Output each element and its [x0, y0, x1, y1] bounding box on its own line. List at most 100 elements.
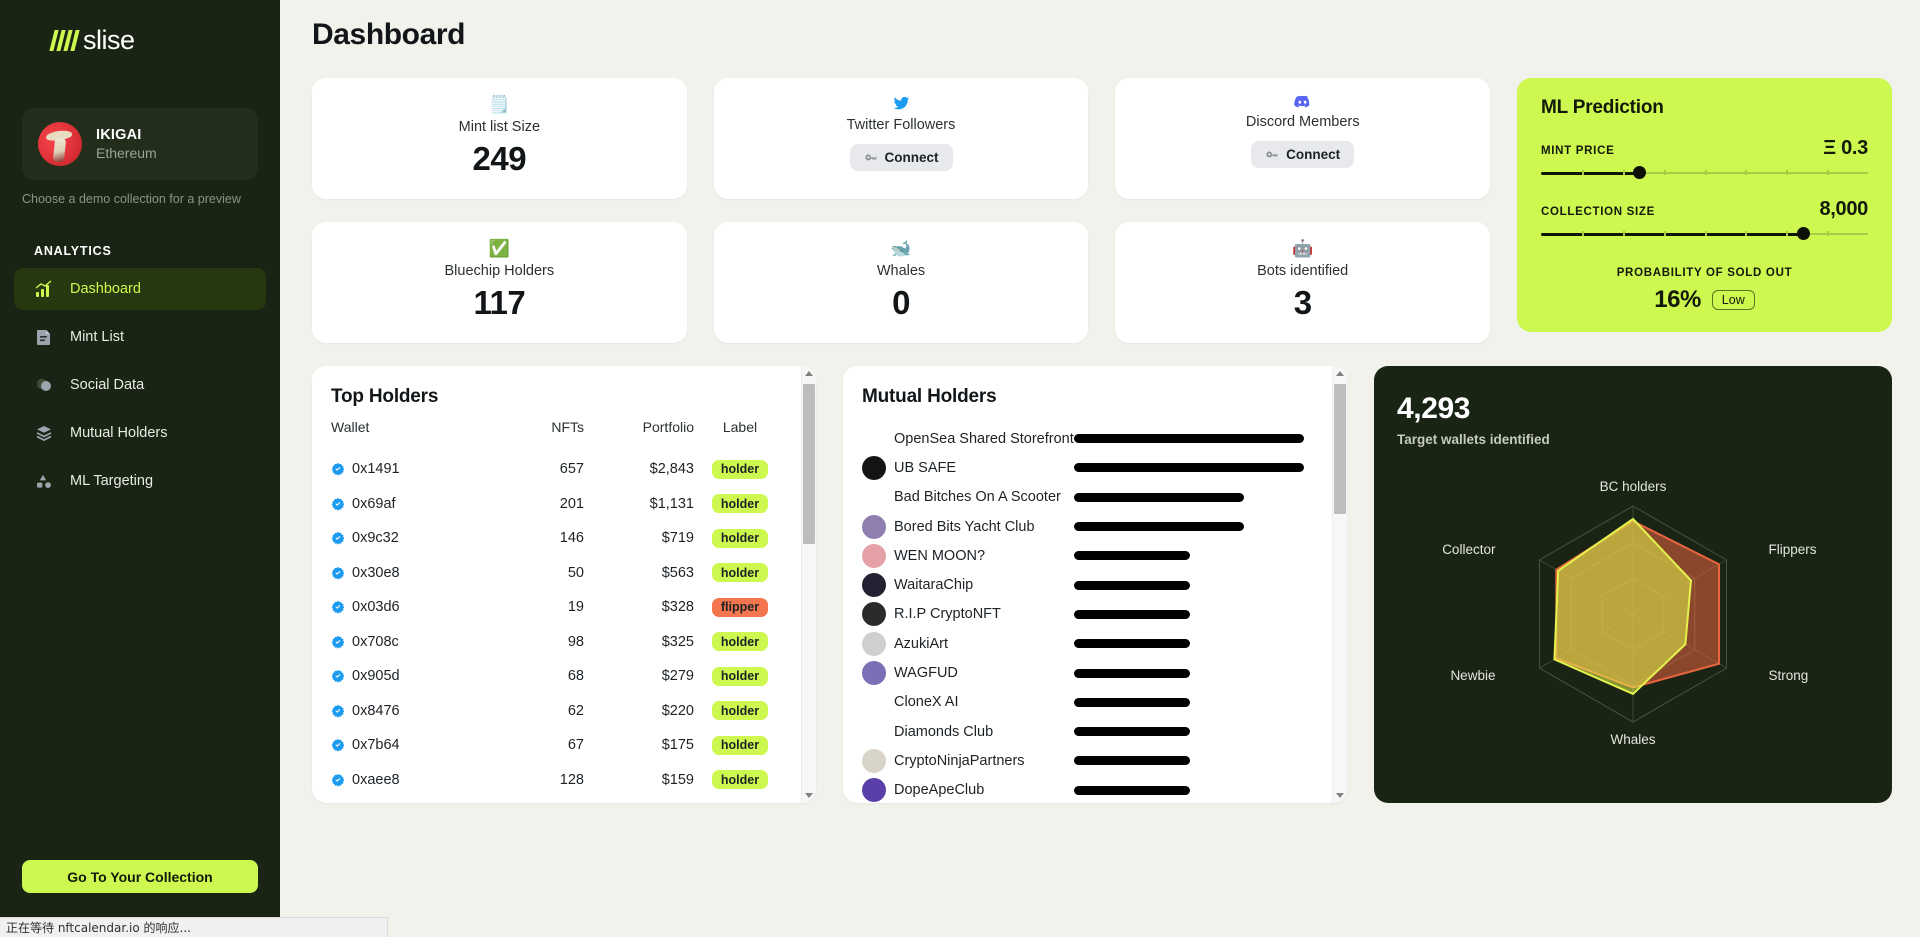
demo-hint: Choose a demo collection for a preview	[22, 192, 241, 206]
logo-text: slise	[83, 25, 135, 55]
mutual-holders-panel: Mutual Holders OpenSea Shared Storefront…	[843, 366, 1347, 803]
scroll-down-icon[interactable]	[802, 788, 816, 803]
scrollbar-thumb[interactable]	[803, 384, 815, 544]
verified-icon	[331, 739, 345, 752]
avatar	[862, 427, 886, 451]
table-row[interactable]: 0x8476 62 $220 holder	[331, 694, 816, 729]
collection-name: Bored Bits Yacht Club	[894, 518, 1035, 535]
slise-logo-icon	[49, 30, 80, 51]
layers-icon	[36, 426, 52, 442]
list-item[interactable]: WEN MOON?	[862, 541, 1347, 570]
table-row[interactable]: 0xa52213$113flipper	[331, 797, 816, 803]
collection-selector[interactable]: IKIGAI Ethereum	[22, 108, 258, 180]
table-row[interactable]: 0x69af 201 $1,131 holder	[331, 487, 816, 522]
collection-name: CryptoNinjaPartners	[894, 752, 1025, 769]
list-item[interactable]: R.I.P CryptoNFT	[862, 600, 1347, 629]
mutual-holders-scrollbar[interactable]	[1332, 366, 1347, 803]
collection-name: WEN MOON?	[894, 547, 986, 564]
slider-knob[interactable]	[1796, 227, 1810, 240]
wallet-cell: 0x7b64	[331, 737, 500, 753]
mint-price-value: Ξ 0.3	[1823, 137, 1868, 159]
sidebar-item-social-data[interactable]: Social Data	[14, 364, 266, 406]
bottom-section: Top Holders Wallet NFTs Portfolio Label …	[312, 366, 1892, 803]
stat-label: Whales	[876, 263, 926, 279]
verified-icon	[331, 463, 345, 476]
logo[interactable]: slise	[0, 0, 280, 56]
scrollbar-thumb[interactable]	[1334, 384, 1346, 514]
holders-bar	[1074, 639, 1190, 649]
table-row[interactable]: 0x30e8 50 $563 holder	[331, 556, 816, 591]
collection-name: UB SAFE	[894, 459, 957, 476]
list-item[interactable]: WaitaraChip	[862, 570, 1347, 599]
stat-card-twitter-followers: Twitter Followers Connect	[713, 78, 1089, 199]
list-item[interactable]: UB SAFE	[862, 453, 1347, 482]
scroll-up-icon[interactable]	[802, 366, 816, 381]
collection-name: R.I.P CryptoNFT	[894, 606, 1001, 623]
list-item[interactable]: Diamonds Club	[862, 717, 1347, 746]
wallet-cell: 0x905d	[331, 668, 500, 684]
nfts-cell: 128	[559, 771, 584, 788]
slider-knob[interactable]	[1633, 166, 1647, 179]
status-badge: holder	[712, 666, 768, 686]
twitter-icon	[893, 96, 909, 110]
top-holders-title: Top Holders	[331, 386, 439, 407]
sidebar-item-mutual-holders[interactable]: Mutual Holders	[14, 412, 266, 454]
collection-name: Diamonds Club	[894, 723, 994, 740]
table-row[interactable]: 0x708c 98 $325 holder	[331, 625, 816, 660]
avatar	[862, 778, 886, 803]
radar-axis-label: BC holders	[1600, 479, 1667, 494]
target-wallets-panel: 4,293 Target wallets identified BC holde…	[1374, 366, 1892, 803]
portfolio-cell: $220	[661, 702, 694, 719]
wallet-cell: 0x1491	[331, 461, 500, 477]
list-item[interactable]: WAGFUD	[862, 658, 1347, 687]
discord-icon	[1294, 95, 1310, 108]
radar-axis-label: Collector	[1442, 542, 1496, 557]
sidebar-item-ml-targeting[interactable]: ML Targeting	[14, 460, 266, 502]
scroll-down-icon[interactable]	[1333, 788, 1347, 803]
list-item[interactable]: Bored Bits Yacht Club	[862, 512, 1347, 541]
top-holders-panel: Top Holders Wallet NFTs Portfolio Label …	[312, 366, 816, 803]
sidebar-item-dashboard[interactable]: Dashboard	[14, 268, 266, 310]
table-row[interactable]: 0x03d6 19 $328 flipper	[331, 590, 816, 625]
table-row[interactable]: 0x1491 657 $2,843 holder	[331, 452, 816, 487]
collection-name: AzukiArt	[894, 635, 948, 652]
table-row[interactable]: 0x905d 68 $279 holder	[331, 659, 816, 694]
list-item[interactable]: CryptoNinjaPartners	[862, 746, 1347, 775]
col-nfts: NFTs	[551, 419, 584, 435]
radar-axis-label: Flippers	[1769, 542, 1817, 557]
nfts-cell: 657	[559, 461, 584, 478]
list-item[interactable]: OpenSea Shared Storefront	[862, 424, 1347, 453]
collection-name: Bad Bitches On A Scooter	[894, 489, 1061, 506]
list-item[interactable]: AzukiArt	[862, 629, 1347, 658]
list-item[interactable]: CloneX AI	[862, 688, 1347, 717]
label-cell: holder	[694, 632, 786, 652]
status-badge: holder	[712, 770, 768, 790]
scroll-up-icon[interactable]	[1333, 366, 1347, 381]
status-badge: holder	[712, 701, 768, 721]
table-row[interactable]: 0xaee8 128 $159 holder	[331, 763, 816, 798]
stat-value: 117	[473, 284, 526, 321]
avatar	[862, 748, 886, 773]
list-item[interactable]: Bad Bitches On A Scooter	[862, 483, 1347, 512]
mint-price-slider[interactable]	[1541, 166, 1868, 180]
list-item[interactable]: DopeApeClub	[862, 776, 1347, 803]
stat-label: Discord Members	[1245, 114, 1360, 130]
collection-size-slider[interactable]	[1541, 227, 1868, 241]
collection-name: DopeApeClub	[894, 782, 985, 799]
discord-connect-button[interactable]: Connect	[1251, 141, 1355, 168]
mutual-holders-list: OpenSea Shared Storefront UB SAFE Bad Bitc…	[843, 424, 1347, 803]
label-cell: holder	[694, 563, 786, 583]
portfolio-cell: $279	[661, 668, 694, 685]
slider-tick	[1704, 231, 1707, 236]
sidebar-item-mint-list[interactable]: Mint List	[14, 316, 266, 358]
table-row[interactable]: 0x7b64 67 $175 holder	[331, 728, 816, 763]
holders-bar	[1074, 463, 1304, 473]
radar-chart-svg: BC holders Flippers Strong Whales Newbie Coll…	[1442, 479, 1817, 747]
top-holders-scrollbar[interactable]	[801, 366, 816, 803]
nfts-cell: 68	[567, 668, 584, 685]
twitter-connect-button[interactable]: Connect	[849, 144, 953, 171]
portfolio-cell: $328	[661, 599, 694, 616]
go-to-collection-button[interactable]: Go To Your Collection	[22, 860, 258, 893]
table-row[interactable]: 0x9c32 146 $719 holder	[331, 521, 816, 556]
verified-icon	[331, 566, 345, 580]
